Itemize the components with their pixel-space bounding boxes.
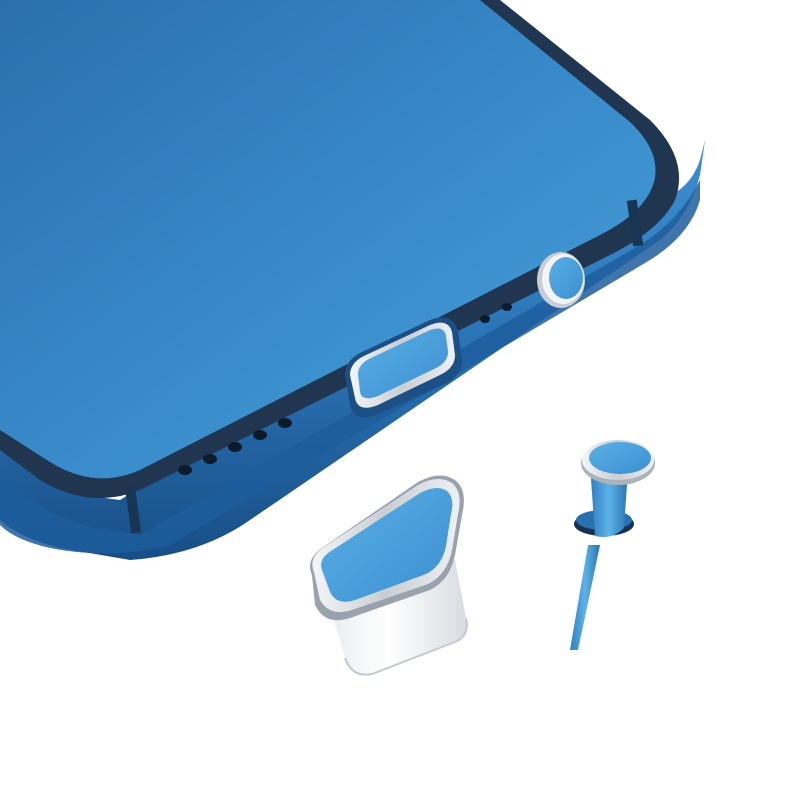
headphone-jack-dust-plug (570, 440, 655, 650)
inserted-headphone-plug (537, 252, 585, 308)
plug-head-cap (589, 442, 651, 474)
plug-pin (570, 545, 600, 650)
product-photo (0, 0, 800, 800)
product-illustration (0, 0, 705, 676)
usb-c-dust-plug (309, 475, 468, 676)
